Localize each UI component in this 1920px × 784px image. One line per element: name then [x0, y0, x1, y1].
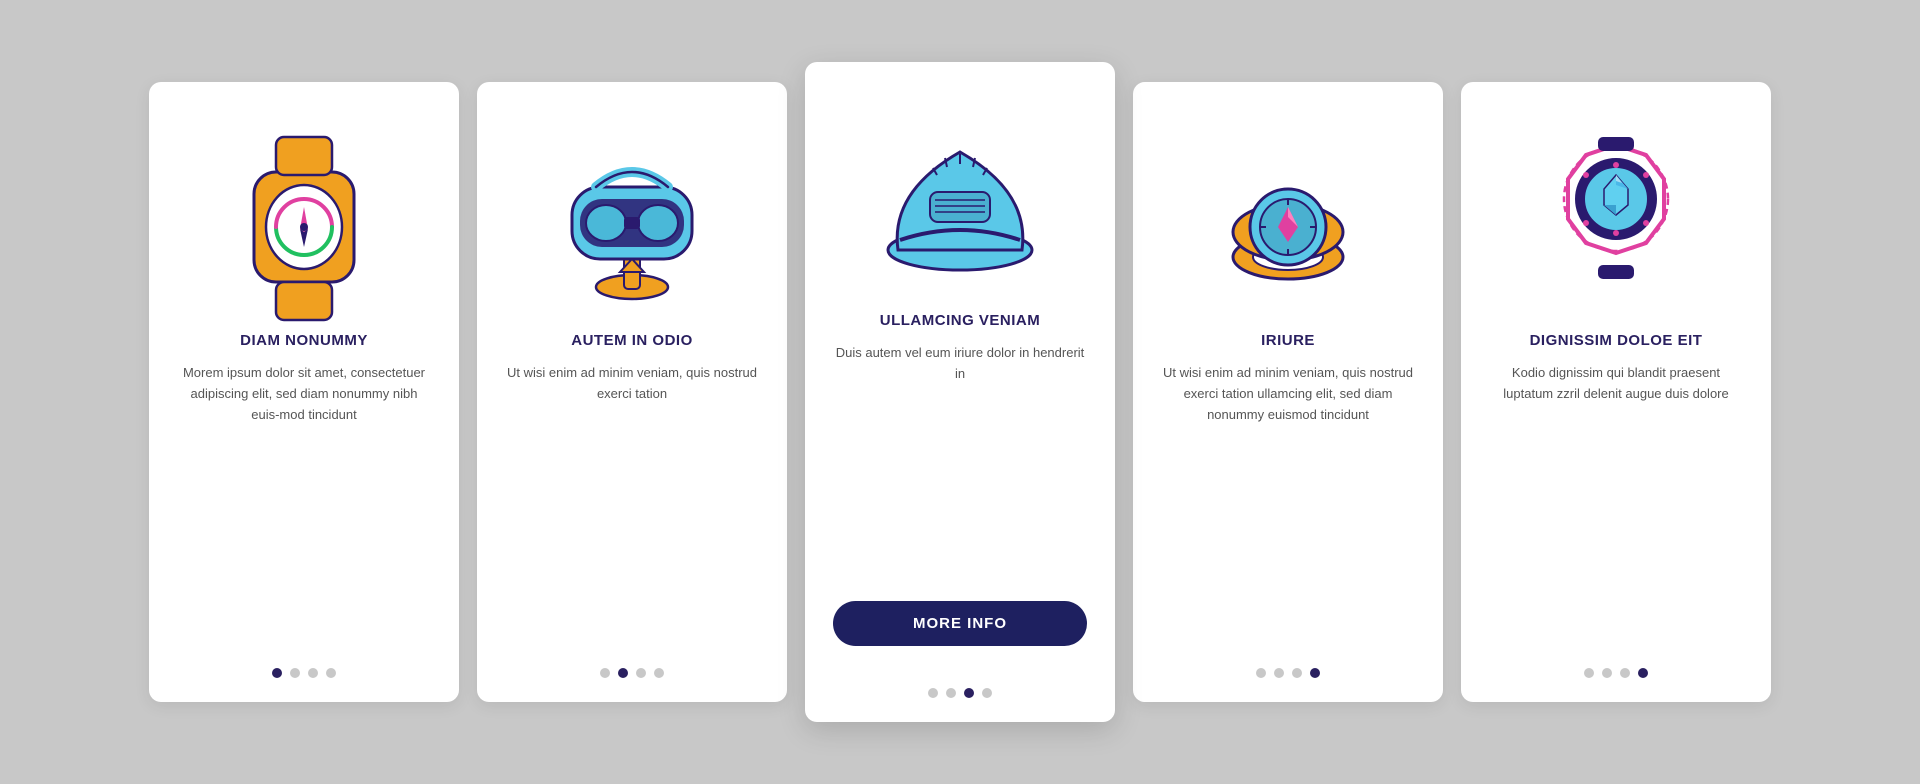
dot-1-0: [272, 668, 282, 678]
card-1-icon-area: [177, 112, 431, 312]
card-1-dots: [272, 648, 336, 678]
dot-4-2: [1292, 668, 1302, 678]
card-2-title: AUTEM IN ODIO: [571, 332, 693, 349]
smartwatch-compass-icon: [224, 117, 384, 307]
more-info-button[interactable]: MORE INFO: [833, 601, 1087, 646]
card-5-dots: [1584, 648, 1648, 678]
card-4-dots: [1256, 648, 1320, 678]
dot-2-0: [600, 668, 610, 678]
smartwatch-gem-icon: [1536, 117, 1696, 307]
card-2-dots: [600, 648, 664, 678]
card-5-icon-area: [1489, 112, 1743, 312]
card-5-title: DIGNISSIM DOLOE EIT: [1530, 332, 1703, 349]
card-3-text: Duis autem vel eum iriure dolor in hendr…: [833, 343, 1087, 583]
dot-3-0: [928, 688, 938, 698]
dot-5-2: [1620, 668, 1630, 678]
dot-4-1: [1274, 668, 1284, 678]
card-3-icon-area: [833, 92, 1087, 292]
card-1: DIAM NONUMMY Morem ipsum dolor sit amet,…: [149, 82, 459, 702]
dot-1-3: [326, 668, 336, 678]
dot-2-2: [636, 668, 646, 678]
dot-5-1: [1602, 668, 1612, 678]
card-4-title: IRIURE: [1261, 332, 1315, 349]
vr-headset-icon: [552, 117, 712, 307]
card-3-title: ULLAMCING VENIAM: [880, 312, 1041, 329]
card-1-text: Morem ipsum dolor sit amet, consectetuer…: [177, 363, 431, 648]
dot-3-3: [982, 688, 992, 698]
card-4-icon-area: [1161, 112, 1415, 312]
dot-3-2: [964, 688, 974, 698]
cards-container: DIAM NONUMMY Morem ipsum dolor sit amet,…: [89, 22, 1831, 762]
dot-4-3: [1310, 668, 1320, 678]
dot-5-0: [1584, 668, 1594, 678]
card-4: IRIURE Ut wisi enim ad minim veniam, qui…: [1133, 82, 1443, 702]
dot-4-0: [1256, 668, 1266, 678]
dot-5-3: [1638, 668, 1648, 678]
dot-3-1: [946, 688, 956, 698]
card-3-dots: [928, 668, 992, 698]
dot-2-1: [618, 668, 628, 678]
card-2-text: Ut wisi enim ad minim veniam, quis nostr…: [505, 363, 759, 648]
dot-1-2: [308, 668, 318, 678]
card-2: AUTEM IN ODIO Ut wisi enim ad minim veni…: [477, 82, 787, 702]
card-2-icon-area: [505, 112, 759, 312]
card-4-text: Ut wisi enim ad minim veniam, quis nostr…: [1161, 363, 1415, 648]
card-3: ULLAMCING VENIAM Duis autem vel eum iriu…: [805, 62, 1115, 722]
dot-2-3: [654, 668, 664, 678]
smart-cap-icon: [870, 92, 1050, 292]
card-5-text: Kodio dignissim qui blandit praesent lup…: [1489, 363, 1743, 648]
smart-ring-icon: [1208, 117, 1368, 307]
card-5: DIGNISSIM DOLOE EIT Kodio dignissim qui …: [1461, 82, 1771, 702]
card-1-title: DIAM NONUMMY: [240, 332, 368, 349]
dot-1-1: [290, 668, 300, 678]
